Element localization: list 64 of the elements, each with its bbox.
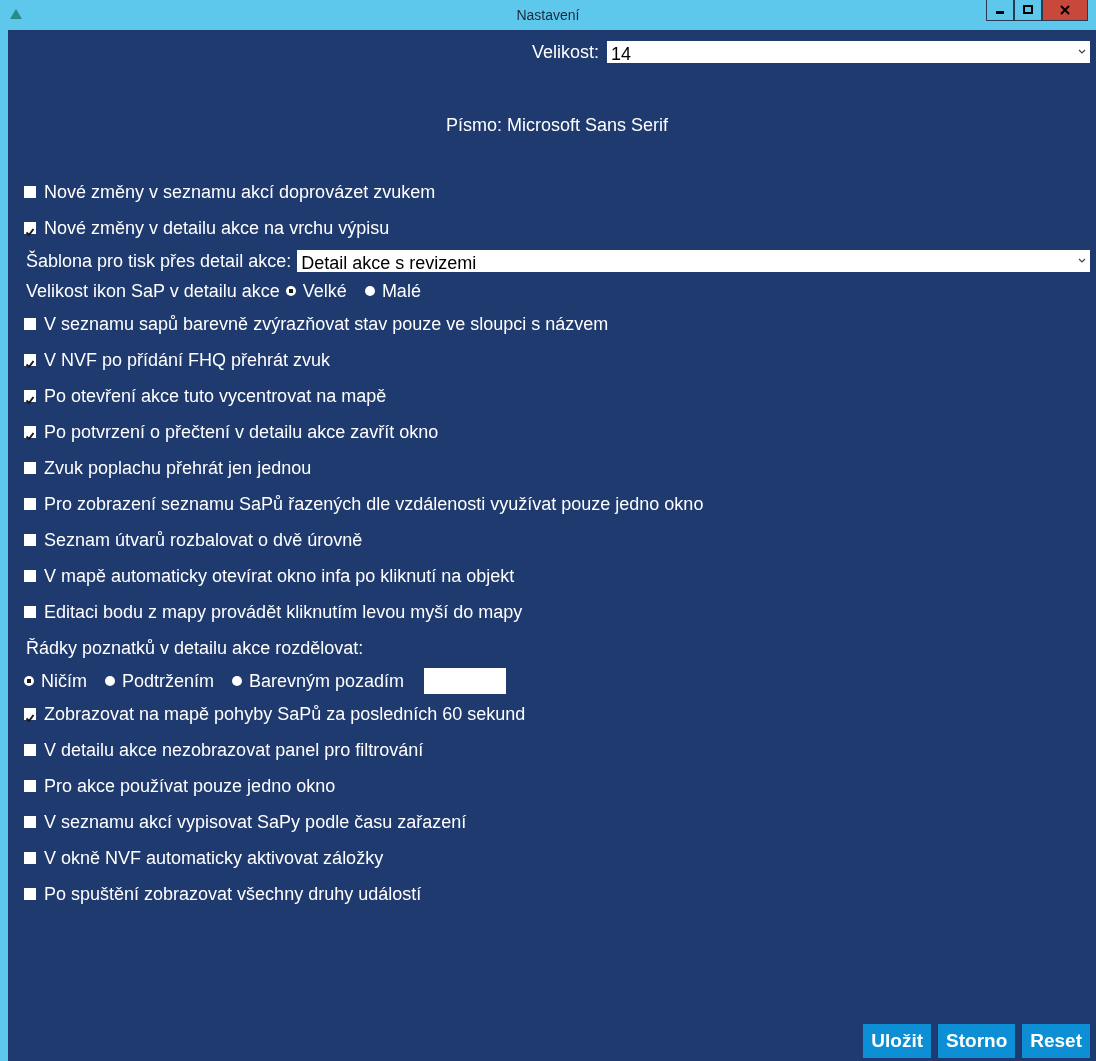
- template-dropdown[interactable]: Detail akce s revizemi: [297, 250, 1090, 272]
- checkbox-label: Po potvrzení o přečtení v detailu akce zavřít okno: [44, 421, 439, 443]
- checkbox[interactable]: [24, 498, 36, 510]
- dropdown-caret-icon: [1078, 49, 1086, 55]
- checkbox-label: Seznam útvarů rozbalovat o dvě úrovně: [44, 529, 363, 551]
- checkbox[interactable]: [24, 888, 36, 900]
- checkbox[interactable]: [24, 354, 36, 366]
- checkbox[interactable]: [24, 744, 36, 756]
- radio-label: Ničím: [41, 670, 87, 692]
- checkbox[interactable]: [24, 606, 36, 618]
- color-swatch[interactable]: [424, 668, 507, 694]
- template-label: Šablona pro tisk přes detail akce:: [25, 250, 292, 272]
- radio-group-label: Velikost ikon SaP v detailu akce: [25, 280, 280, 302]
- checkbox-label: Zobrazovat na mapě pohyby SaPů za posledních 60 sekund: [44, 703, 526, 725]
- section-label: Řádky poznatků v detailu akce rozdělovat:: [26, 637, 364, 659]
- cancel-button[interactable]: Storno: [938, 1024, 1016, 1058]
- checkbox[interactable]: [24, 816, 36, 828]
- app-icon: [10, 9, 22, 19]
- checkbox-label: Po spuštění zobrazovat všechny druhy událostí: [44, 883, 422, 905]
- save-button[interactable]: Uložit: [863, 1024, 932, 1058]
- radio-button[interactable]: [232, 676, 243, 686]
- close-button[interactable]: [1042, 0, 1088, 21]
- maximize-icon: [1023, 5, 1033, 15]
- checkbox-label: V NVF po přídání FHQ přehrát zvuk: [44, 349, 331, 371]
- checkbox[interactable]: [24, 570, 36, 582]
- checkbox-label: Pro akce používat pouze jedno okno: [44, 775, 336, 797]
- radio-button[interactable]: [285, 286, 296, 296]
- checkbox-label: Nové změny v seznamu akcí doprovázet zvukem: [44, 181, 436, 203]
- radio-label: Velké: [302, 280, 347, 302]
- checkbox[interactable]: [24, 186, 36, 198]
- maximize-button[interactable]: [1014, 0, 1042, 21]
- checkbox[interactable]: [24, 708, 36, 720]
- checkbox-label: V okně NVF automaticky aktivovat záložky: [44, 847, 384, 869]
- checkbox[interactable]: [24, 426, 36, 438]
- dropdown-caret-icon: [1078, 258, 1086, 264]
- checkbox[interactable]: [24, 534, 36, 546]
- checkbox[interactable]: [24, 462, 36, 474]
- radio-label: Barevným pozadím: [249, 670, 405, 692]
- radio-button[interactable]: [105, 676, 115, 686]
- radio-button[interactable]: [24, 676, 34, 686]
- checkbox-label: V mapě automaticky otevírat okno infa po kliknutí na objekt: [44, 565, 515, 587]
- checkbox-label: V detailu akce nezobrazovat panel pro filtrování: [44, 739, 424, 761]
- radio-button[interactable]: [364, 286, 375, 296]
- checkbox-label: V seznamu sapů barevně zvýrazňovat stav pouze ve sloupci s názvem: [44, 313, 609, 335]
- font-label: Písmo: Microsoft Sans Serif: [445, 115, 669, 136]
- checkbox[interactable]: [24, 318, 36, 330]
- size-label: Velikost:: [531, 41, 599, 63]
- checkbox-label: Nové změny v detailu akce na vrchu výpisu: [44, 217, 390, 239]
- checkbox[interactable]: [24, 390, 36, 402]
- size-dropdown[interactable]: 14: [607, 41, 1090, 63]
- window-title: Nastavení: [516, 7, 580, 23]
- radio-label: Malé: [381, 280, 421, 302]
- checkbox-label: Po otevření akce tuto vycentrovat na mapě: [44, 385, 387, 407]
- minimize-button[interactable]: [986, 0, 1014, 21]
- checkbox-label: Editaci bodu z mapy provádět kliknutím levou myší do mapy: [44, 601, 523, 623]
- checkbox[interactable]: [24, 852, 36, 864]
- close-icon: [1060, 5, 1070, 15]
- checkbox-label: Zvuk poplachu přehrát jen jednou: [44, 457, 312, 479]
- checkbox-label: Pro zobrazení seznamu SaPů řazených dle vzdálenosti využívat pouze jedno okno: [44, 493, 704, 515]
- checkbox[interactable]: [24, 780, 36, 792]
- checkbox-label: V seznamu akcí vypisovat SaPy podle času zařazení: [44, 811, 467, 833]
- reset-button[interactable]: Reset: [1022, 1024, 1090, 1058]
- radio-label: Podtržením: [122, 670, 215, 692]
- checkbox[interactable]: [24, 222, 36, 234]
